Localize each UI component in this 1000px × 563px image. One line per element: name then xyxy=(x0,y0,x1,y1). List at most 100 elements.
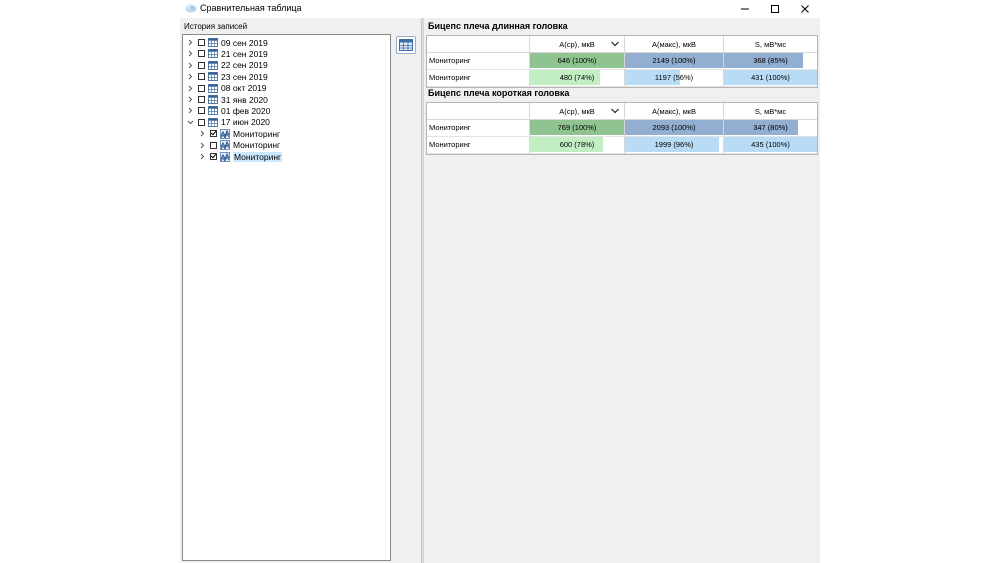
chevron-right-icon[interactable] xyxy=(199,153,206,160)
value-cell[interactable]: 368 (85%) xyxy=(723,53,817,69)
chevron-right-icon[interactable] xyxy=(187,50,194,57)
comparison-table: A(ср), мкВ A(макс), мкВ S, мВ*мс Мониторинг… xyxy=(426,102,818,155)
record-checkbox[interactable] xyxy=(198,39,205,46)
window-title: Сравнительная таблица xyxy=(200,3,302,13)
chevron-right-icon[interactable] xyxy=(199,130,206,137)
value-cell[interactable]: 769 (100%) xyxy=(529,120,624,136)
tree-expander[interactable] xyxy=(187,39,194,46)
tree-expander[interactable] xyxy=(199,130,206,137)
tree-date-item[interactable]: 23 сен 2019 xyxy=(187,71,268,82)
tree-item-label: 08 окт 2019 xyxy=(221,83,267,94)
tree-date-item[interactable]: 08 окт 2019 xyxy=(187,83,267,94)
chevron-right-icon[interactable] xyxy=(187,85,194,92)
value-text: 480 (74%) xyxy=(559,73,595,82)
tree-date-item[interactable]: 21 сен 2019 xyxy=(187,48,268,59)
sort-chevron-icon[interactable] xyxy=(611,41,619,47)
column-header[interactable]: A(макс), мкВ xyxy=(624,36,723,52)
maximize-button[interactable] xyxy=(760,0,790,18)
history-tree[interactable]: 09 сен 2019 21 сен 2019 22 сен 2019 23 сен … xyxy=(182,34,391,561)
tree-item-label: 31 янв 2020 xyxy=(221,94,268,105)
value-cell[interactable]: 435 (100%) xyxy=(723,137,817,153)
record-checkbox[interactable] xyxy=(210,141,217,149)
record-checkbox[interactable] xyxy=(198,73,205,81)
value-text: 347 (80%) xyxy=(753,123,788,132)
chevron-down-icon[interactable] xyxy=(187,119,194,126)
tree-date-item[interactable]: 09 сен 2019 xyxy=(187,37,268,48)
chevron-right-icon[interactable] xyxy=(187,62,194,69)
table-view-button[interactable] xyxy=(396,36,416,54)
tree-date-item[interactable]: 22 сен 2019 xyxy=(187,60,268,71)
tree-record-item[interactable]: Мониторинг xyxy=(199,140,280,151)
section-title: Бицепс плеча короткая головка xyxy=(428,88,570,98)
value-cell[interactable]: 480 (74%) xyxy=(529,70,624,86)
tree-item-label: Мониторинг xyxy=(233,140,281,151)
comparison-table: A(ср), мкВ A(макс), мкВ S, мВ*мс Мониторинг… xyxy=(426,35,818,88)
table-row[interactable]: Мониторинг 600 (78%) 1999 (96%) 435 (100%) xyxy=(427,137,817,154)
tree-expander[interactable] xyxy=(199,153,206,160)
tree-expander[interactable] xyxy=(187,107,194,114)
value-cell[interactable]: 431 (100%) xyxy=(723,70,817,86)
column-header[interactable]: A(ср), мкВ xyxy=(529,103,624,119)
record-checkbox[interactable] xyxy=(198,50,205,58)
record-checkbox[interactable] xyxy=(198,118,205,126)
value-text: 1197 (56%) xyxy=(654,73,694,82)
value-cell[interactable]: 646 (100%) xyxy=(529,53,624,69)
table-row[interactable]: Мониторинг 480 (74%) 1197 (56%) 431 (100%) xyxy=(427,70,817,87)
record-checkbox[interactable] xyxy=(198,84,205,92)
value-cell[interactable]: 1999 (96%) xyxy=(624,137,723,153)
chevron-right-icon[interactable] xyxy=(187,96,194,103)
value-cell[interactable]: 2093 (100%) xyxy=(624,120,723,136)
tree-date-item[interactable]: 17 июн 2020 xyxy=(187,117,270,128)
value-cell[interactable]: 347 (80%) xyxy=(723,120,817,136)
tree-item-label: Мониторинг xyxy=(233,128,281,139)
record-checkbox[interactable] xyxy=(198,96,205,103)
value-cell[interactable]: 600 (78%) xyxy=(529,137,624,153)
calendar-icon xyxy=(208,38,218,47)
tree-expander[interactable] xyxy=(187,96,194,103)
table-row[interactable]: Мониторинг 646 (100%) 2149 (100%) 368 (85%) xyxy=(427,53,817,70)
tree-record-item[interactable]: Мониторинг xyxy=(199,151,283,162)
record-checkbox[interactable] xyxy=(198,107,205,115)
value-text: 435 (100%) xyxy=(751,140,790,149)
calendar-icon xyxy=(208,60,218,70)
sort-chevron-icon[interactable] xyxy=(611,108,619,114)
calendar-icon xyxy=(208,83,218,93)
tree-expander[interactable] xyxy=(199,142,206,149)
tree-expander[interactable] xyxy=(187,119,194,126)
panel-splitter[interactable] xyxy=(421,18,424,563)
chevron-right-icon[interactable] xyxy=(187,73,194,80)
tree-record-item[interactable]: Мониторинг xyxy=(199,128,280,139)
tree-expander[interactable] xyxy=(187,73,194,80)
minimize-button[interactable] xyxy=(730,0,760,18)
tree-expander[interactable] xyxy=(187,50,194,57)
column-header[interactable]: S, мВ*мс xyxy=(723,36,817,52)
column-header[interactable]: A(макс), мкВ xyxy=(624,103,723,119)
tree-expander[interactable] xyxy=(187,62,194,69)
table-icon xyxy=(399,39,413,51)
column-header[interactable]: A(ср), мкВ xyxy=(529,36,624,52)
cloud-icon xyxy=(185,4,197,13)
chevron-right-icon[interactable] xyxy=(199,142,206,149)
monitoring-icon xyxy=(220,128,230,139)
tree-item-label: 17 июн 2020 xyxy=(221,117,270,128)
tree-date-item[interactable]: 31 янв 2020 xyxy=(187,94,268,105)
record-checkbox[interactable] xyxy=(210,153,217,160)
value-cell[interactable]: 2149 (100%) xyxy=(624,53,723,69)
column-header[interactable]: S, мВ*мс xyxy=(723,103,817,119)
column-header-label: A(макс), мкВ xyxy=(651,106,697,116)
tree-expander[interactable] xyxy=(187,85,194,92)
comparison-window: Сравнительная таблица История записей 09… xyxy=(180,0,820,563)
record-checkbox[interactable] xyxy=(210,130,217,138)
value-cell[interactable]: 1197 (56%) xyxy=(624,70,723,86)
table-row[interactable]: Мониторинг 769 (100%) 2093 (100%) 347 (80%) xyxy=(427,120,817,137)
column-header-label: S, мВ*мс xyxy=(754,106,787,116)
column-header-label: S, мВ*мс xyxy=(754,39,787,49)
chevron-right-icon[interactable] xyxy=(187,39,194,46)
row-label: Мониторинг xyxy=(429,140,471,149)
chevron-right-icon[interactable] xyxy=(187,107,194,114)
tree-date-item[interactable]: 01 фев 2020 xyxy=(187,105,270,116)
record-checkbox[interactable] xyxy=(198,61,205,69)
calendar-icon xyxy=(208,95,218,104)
tree-item-label: 23 сен 2019 xyxy=(221,71,268,82)
close-button[interactable] xyxy=(790,0,820,18)
